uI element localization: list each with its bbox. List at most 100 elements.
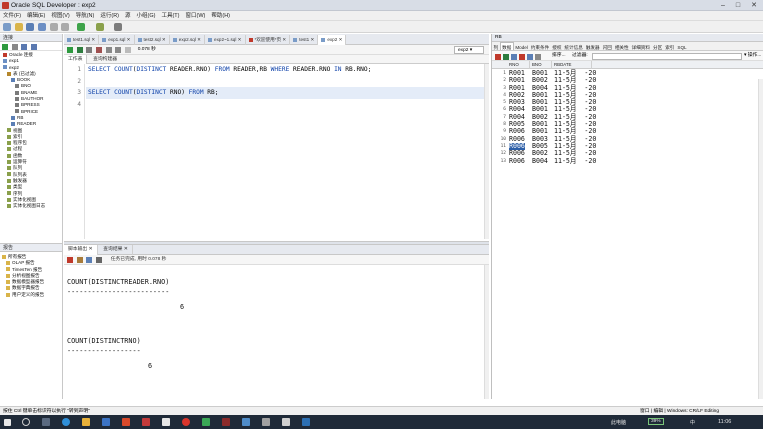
output-scrollbar[interactable]: [484, 265, 489, 399]
table-panel-tab[interactable]: 索引: [664, 43, 676, 50]
menu-item-6[interactable]: 小组(G): [134, 11, 159, 21]
table-panel-tab[interactable]: 统计信息: [563, 43, 584, 50]
print-icon[interactable]: [96, 257, 103, 263]
table-panel-tab[interactable]: 详细资料: [630, 43, 651, 50]
tab-query-result[interactable]: 查询结果 ✕: [99, 245, 133, 255]
app-icon-navy[interactable]: [302, 418, 310, 426]
filter-icon[interactable]: [21, 43, 28, 50]
redo-icon[interactable]: [61, 23, 70, 31]
tab-query-builder[interactable]: 查询构建器: [89, 55, 121, 64]
menu-item-4[interactable]: 运行(R): [97, 11, 122, 21]
cell-rbdate[interactable]: 11-5月 -20: [554, 157, 596, 165]
table-panel-tab[interactable]: 闪回: [601, 43, 613, 50]
table-data-grid[interactable]: 1 R001 B001 11-5月 -20 2 R001 B002 11-5月 -20 3 R00…: [492, 69, 763, 165]
column-header-bno[interactable]: BNO: [530, 61, 552, 69]
code-line[interactable]: SELECT COUNT(DISTINCT READER.RNO) FROM R…: [86, 64, 485, 76]
minimize-icon[interactable]: –: [716, 1, 730, 10]
maximize-icon[interactable]: □: [731, 1, 745, 10]
table-panel-tab[interactable]: 数据: [499, 42, 514, 50]
format-icon[interactable]: [125, 47, 132, 53]
connection-select[interactable]: exp2 ▾: [454, 46, 484, 54]
doc-tab[interactable]: exp2.sql ✕: [170, 35, 206, 45]
code-line[interactable]: [86, 76, 485, 88]
pin-icon[interactable]: [67, 257, 73, 263]
report-tree-item[interactable]: 用户定义的报告: [0, 292, 62, 298]
doc-tab[interactable]: exp2 ✕: [318, 35, 347, 45]
data-scrollbar[interactable]: [758, 79, 763, 399]
table-panel-tab[interactable]: Model: [514, 43, 530, 50]
cell-rno[interactable]: R006: [509, 157, 525, 165]
app-icon-red[interactable]: [222, 418, 230, 426]
close-icon[interactable]: ✕: [337, 37, 343, 42]
open-folder-icon[interactable]: [14, 23, 23, 31]
insert-row-icon[interactable]: [511, 53, 517, 60]
table-panel-tab[interactable]: 相关性: [613, 43, 630, 50]
menu-item-8[interactable]: 窗口(W): [183, 11, 209, 21]
close-icon[interactable]: ✕: [196, 37, 201, 42]
doc-tab[interactable]: test1.sql ✕: [64, 35, 100, 45]
menu-item-7[interactable]: 工具(T): [158, 11, 182, 21]
explain-plan-icon[interactable]: [115, 47, 122, 53]
rollback-icon[interactable]: [535, 53, 541, 60]
windows-start-icon[interactable]: [4, 418, 11, 426]
sql-developer-taskbar-icon[interactable]: [142, 418, 150, 426]
connections-tab[interactable]: 连接: [0, 34, 62, 42]
column-header-rbdate[interactable]: RBDATE: [552, 61, 592, 69]
new-icon[interactable]: [3, 23, 11, 31]
table-panel-tab[interactable]: 分区: [652, 43, 664, 50]
close-icon[interactable]: ✕: [90, 37, 95, 42]
forward-icon[interactable]: [77, 23, 86, 31]
filter-input[interactable]: [592, 52, 742, 60]
close-icon[interactable]: ✕: [281, 37, 286, 42]
tab-worksheet[interactable]: 工作表: [64, 55, 88, 64]
code-line[interactable]: [86, 99, 485, 111]
menu-item-9[interactable]: 帮助(H): [208, 11, 233, 21]
editor-scrollbar[interactable]: [484, 64, 489, 239]
table-panel-tab[interactable]: SQL: [676, 43, 688, 50]
save-all-icon[interactable]: [38, 23, 47, 31]
menu-item-2[interactable]: 视图(V): [48, 11, 72, 21]
table-panel-tab[interactable]: 授权: [551, 43, 563, 50]
menu-item-0[interactable]: 文件(F): [0, 11, 24, 21]
task-view-icon[interactable]: [42, 418, 50, 426]
file-explorer-icon[interactable]: [82, 418, 90, 426]
menu-item-3[interactable]: 导航(N): [73, 11, 98, 21]
app-icon-gray[interactable]: [262, 418, 270, 426]
actions-button[interactable]: ▾ 操作...: [744, 51, 761, 61]
table-panel-tab[interactable]: 列: [492, 43, 500, 50]
table-panel-tab[interactable]: 约束条件: [529, 43, 550, 50]
cell-bno[interactable]: B004: [532, 157, 548, 165]
app-icon-blue[interactable]: [242, 418, 250, 426]
menu-item-1[interactable]: 编辑(E): [24, 11, 48, 21]
edge-browser-icon[interactable]: [62, 418, 70, 426]
run-script-icon[interactable]: [76, 47, 83, 53]
clear-output-icon[interactable]: [76, 257, 83, 263]
delete-row-icon[interactable]: [519, 53, 525, 60]
sql-editor[interactable]: SELECT COUNT(DISTINCT READER.RNO) FROM R…: [86, 64, 485, 239]
input-language[interactable]: 中: [690, 419, 695, 426]
commit-icon[interactable]: [527, 53, 533, 60]
rollback-icon[interactable]: [96, 47, 103, 53]
close-icon[interactable]: ✕: [747, 1, 761, 10]
chrome-icon[interactable]: [182, 418, 190, 426]
word-icon[interactable]: [102, 418, 110, 426]
undo-icon[interactable]: [49, 23, 58, 31]
tab-script-output[interactable]: 脚本输出 ✕: [64, 245, 98, 255]
doc-tab[interactable]: exp2~1.sql ✕: [205, 35, 246, 45]
app-icon-white[interactable]: [282, 418, 290, 426]
doc-tab[interactable]: *欢迎使用*页 ✕: [246, 35, 291, 45]
refresh-icon[interactable]: [503, 53, 509, 60]
sql-worksheet-icon[interactable]: [114, 23, 123, 31]
wechat-icon[interactable]: [162, 418, 170, 426]
table-panel-tab[interactable]: 触发器: [584, 43, 601, 50]
menu-item-5[interactable]: 源: [122, 11, 134, 21]
add-connection-icon[interactable]: [2, 43, 8, 50]
commit-icon[interactable]: [86, 47, 93, 53]
table-row[interactable]: 13 R006 B004 11-5月 -20: [492, 157, 763, 165]
tree-item[interactable]: 实体化视图日志: [0, 203, 62, 209]
tray-this-pc[interactable]: 此电脑: [611, 419, 626, 426]
save-output-icon[interactable]: [86, 257, 93, 263]
sort-button[interactable]: 排序...: [552, 51, 566, 61]
battery-indicator[interactable]: 39%: [648, 418, 664, 425]
close-icon[interactable]: ✕: [161, 37, 166, 42]
